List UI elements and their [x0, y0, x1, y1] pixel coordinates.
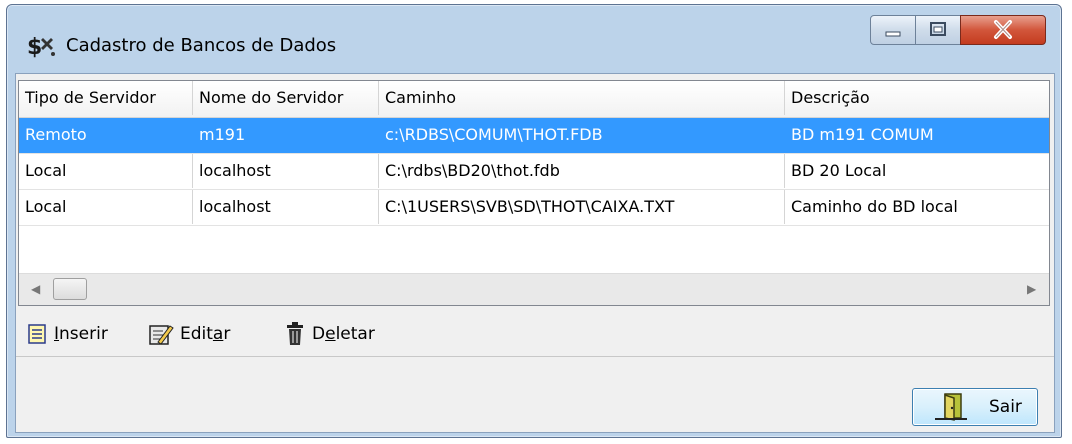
maximize-button[interactable]	[915, 15, 961, 45]
table-row-selected[interactable]: Remoto m191 c:\RDBS\COMUM\THOT.FDB BD m1…	[19, 118, 1049, 154]
edit-button[interactable]: Editar	[148, 320, 230, 348]
client-area: Tipo de Servidor Nome do Servidor Caminh…	[15, 73, 1055, 433]
grid-header: Tipo de Servidor Nome do Servidor Caminh…	[19, 81, 1049, 118]
trash-icon	[287, 322, 303, 345]
cell-descricao: Caminho do BD local	[791, 197, 958, 216]
close-button[interactable]	[960, 15, 1046, 45]
insert-icon	[28, 324, 46, 344]
cell-nome: localhost	[193, 154, 379, 188]
minimize-button[interactable]	[870, 15, 916, 45]
scrollbar-thumb[interactable]	[53, 278, 87, 300]
scroll-left-icon[interactable]: ◀	[31, 282, 40, 296]
cell-tipo: Local	[19, 154, 193, 188]
cell-caminho: c:\RDBS\COMUM\THOT.FDB	[379, 118, 785, 152]
cell-caminho: C:\1USERS\SVB\SD\THOT\CAIXA.TXT	[379, 190, 785, 224]
door-exit-icon	[935, 393, 967, 421]
cell-nome: m191	[193, 118, 379, 152]
databases-grid[interactable]: Tipo de Servidor Nome do Servidor Caminh…	[18, 80, 1050, 306]
exit-button-label: Sair	[989, 397, 1022, 417]
cell-tipo: Local	[19, 190, 193, 224]
scroll-right-icon[interactable]: ▶	[1027, 282, 1036, 296]
edit-icon	[149, 325, 174, 345]
cell-descricao: BD 20 Local	[791, 161, 887, 180]
horizontal-scrollbar[interactable]: ◀ ▶	[19, 273, 1049, 305]
column-header-caminho[interactable]: Caminho	[379, 81, 785, 115]
cell-tipo: Remoto	[19, 118, 193, 152]
table-row[interactable]: Local localhost C:\1USERS\SVB\SD\THOT\CA…	[19, 190, 1049, 226]
window-title: Cadastro de Bancos de Dados	[66, 35, 337, 56]
delete-button[interactable]: Deletar	[284, 320, 375, 348]
table-row[interactable]: Local localhost C:\rdbs\BD20\thot.fdb BD…	[19, 154, 1049, 190]
column-header-tipo[interactable]: Tipo de Servidor	[19, 81, 193, 115]
dollar-app-icon: $	[27, 35, 55, 58]
exit-button[interactable]: Sair	[912, 388, 1038, 426]
dialog-window: $ Cadastro de Bancos de Dados Tipo de Se…	[6, 4, 1062, 438]
cell-nome: localhost	[193, 190, 379, 224]
title-bar[interactable]: $ Cadastro de Bancos de Dados	[7, 5, 1061, 75]
svg-text:$: $	[27, 35, 42, 58]
maximize-icon	[930, 22, 946, 36]
minimize-icon	[885, 31, 901, 37]
column-header-nome[interactable]: Nome do Servidor	[193, 81, 379, 115]
cell-caminho: C:\rdbs\BD20\thot.fdb	[379, 154, 785, 188]
cell-descricao: BD m191 COMUM	[791, 125, 934, 144]
insert-button[interactable]: Inserir	[26, 320, 108, 348]
toolbar: Inserir Editar Deletar	[16, 310, 1054, 357]
close-icon	[994, 20, 1012, 39]
column-header-descricao[interactable]: Descrição	[785, 81, 1049, 115]
